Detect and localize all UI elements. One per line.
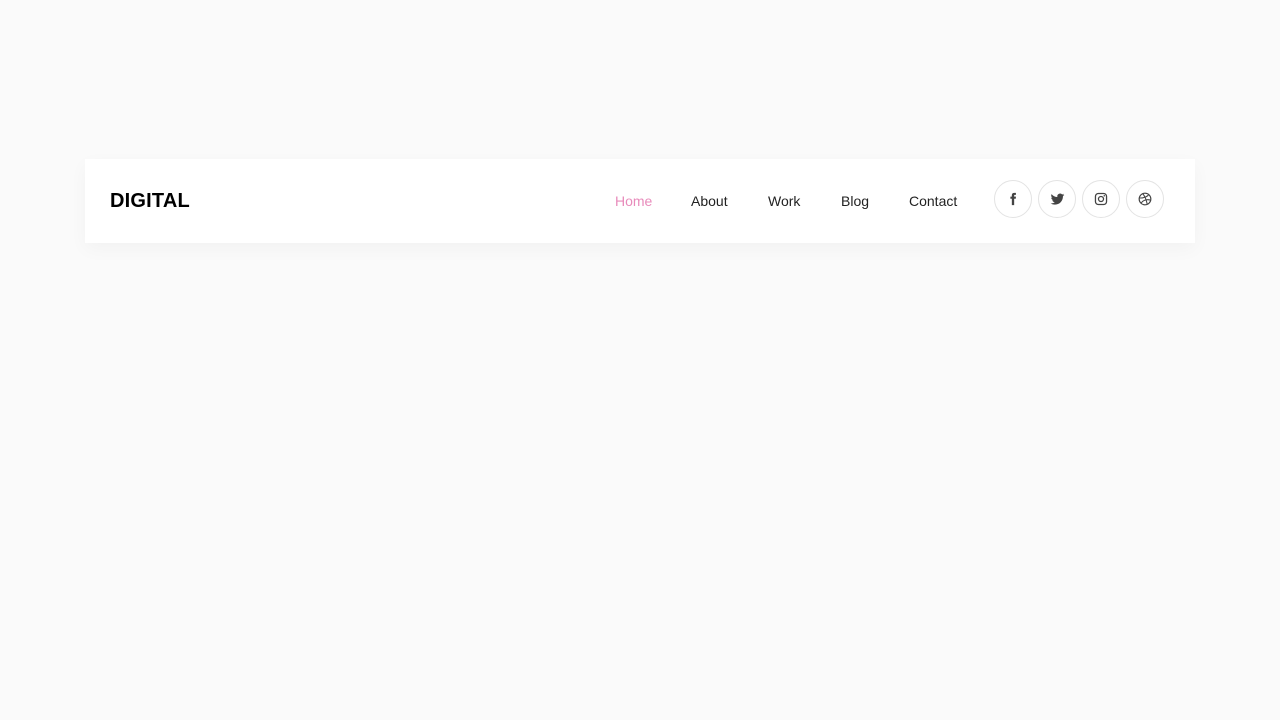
facebook-button[interactable]	[994, 180, 1032, 218]
nav-about[interactable]: About	[691, 159, 728, 243]
nav-contact[interactable]: Contact	[909, 159, 957, 243]
instagram-button[interactable]	[1082, 180, 1120, 218]
dribbble-button[interactable]	[1126, 180, 1164, 218]
nav-work[interactable]: Work	[768, 159, 800, 243]
dribbble-icon	[1138, 192, 1152, 206]
nav-blog[interactable]: Blog	[841, 159, 869, 243]
instagram-icon	[1094, 192, 1108, 206]
nav-home[interactable]: Home	[615, 159, 652, 243]
facebook-icon	[1010, 192, 1016, 206]
twitter-button[interactable]	[1038, 180, 1076, 218]
twitter-icon	[1050, 193, 1064, 205]
site-header: DIGITAL Home About Work Blog Contact	[85, 159, 1195, 243]
